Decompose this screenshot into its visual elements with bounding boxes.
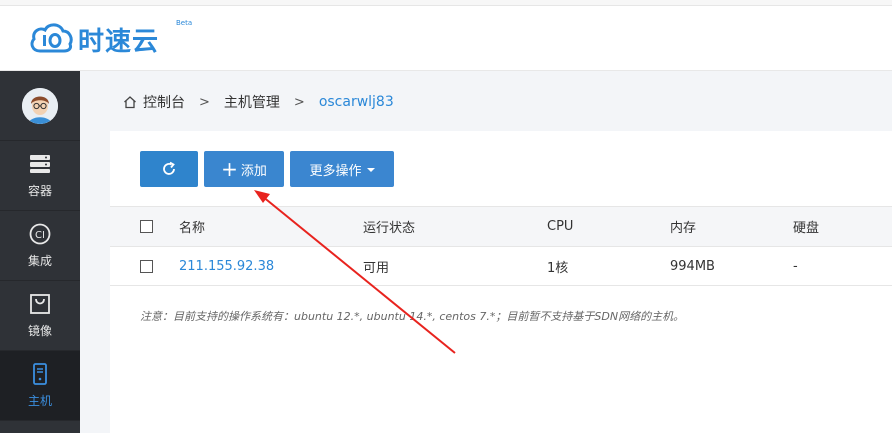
app-header: 时速云 Beta [0, 6, 892, 71]
host-cpu: 1核 [547, 260, 569, 276]
more-actions-dropdown[interactable]: 更多操作 [290, 151, 394, 187]
refresh-button[interactable] [140, 151, 198, 187]
image-bag-icon [28, 292, 52, 316]
home-icon[interactable] [123, 95, 137, 109]
avatar[interactable] [22, 87, 58, 124]
table-header: 名称 运行状态 CPU 内存 硬盘 [110, 206, 892, 247]
caret-down-icon [366, 168, 375, 172]
breadcrumb-current: oscarwlj83 [318, 94, 394, 110]
host-status: 可用 [363, 260, 390, 276]
sidebar-item-label: 集成 [27, 254, 52, 268]
sidebar-item-container[interactable]: 容器 [0, 141, 80, 211]
add-button-label: 添加 [240, 163, 267, 179]
user-avatar-area[interactable] [0, 71, 80, 141]
sidebar-item-image[interactable]: 镜像 [0, 281, 80, 351]
chevron-right-icon: > [293, 94, 305, 110]
plus-icon: + [221, 157, 238, 181]
breadcrumb: 控制台 > 主机管理 > oscarwlj83 [123, 92, 394, 112]
beta-badge: Beta [176, 19, 193, 27]
column-header-name[interactable]: 名称 [179, 207, 205, 246]
svg-text:CI: CI [35, 230, 45, 241]
supported-os-note: 注意：目前支持的操作系统有：ubuntu 12.*, ubuntu 14.*, … [140, 310, 685, 323]
select-all-checkbox[interactable] [140, 220, 153, 233]
logo-text: 时速云 [78, 26, 160, 57]
row-checkbox[interactable] [140, 259, 153, 273]
server-stack-icon [28, 152, 52, 176]
column-header-disk[interactable]: 硬盘 [793, 207, 819, 246]
breadcrumb-home[interactable]: 控制台 [143, 92, 185, 112]
column-header-cpu[interactable]: CPU [547, 207, 573, 246]
add-host-button[interactable]: + 添加 [204, 151, 284, 187]
cloud-logo-icon [30, 23, 73, 53]
refresh-icon [163, 161, 175, 175]
sidebar-item-ci[interactable]: CI 集成 [0, 211, 80, 281]
sidebar-item-host[interactable]: 主机 [0, 351, 80, 421]
sidebar-item-label: 镜像 [27, 324, 52, 338]
breadcrumb-section[interactable]: 主机管理 [224, 92, 280, 112]
sidebar: 容器 CI 集成 镜像 主机 [0, 71, 80, 433]
chevron-right-icon: > [199, 94, 210, 110]
logo[interactable]: 时速云 Beta [28, 19, 192, 59]
host-memory: 994MB [670, 258, 715, 274]
ci-icon: CI [28, 222, 52, 246]
table-row[interactable]: 211.155.92.38 可用 1核 994MB - [110, 247, 892, 286]
avatar-icon [22, 87, 58, 124]
host-panel: + 添加 更多操作 名称 运行状态 CPU 内存 硬盘 211.155.92.3… [110, 131, 892, 433]
host-disk: - [793, 258, 798, 274]
column-header-status[interactable]: 运行状态 [363, 207, 415, 246]
host-name-link[interactable]: 211.155.92.38 [179, 247, 274, 285]
column-header-memory[interactable]: 内存 [670, 207, 696, 246]
sidebar-item-label: 主机 [27, 394, 52, 408]
more-actions-label: 更多操作 [309, 163, 362, 179]
sidebar-item-label: 容器 [27, 184, 52, 198]
host-icon [28, 362, 52, 386]
